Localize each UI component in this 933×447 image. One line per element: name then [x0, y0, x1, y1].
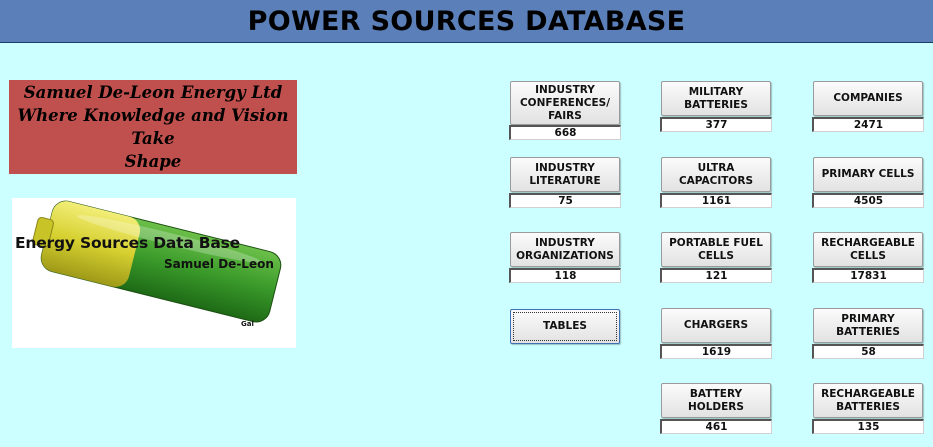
ultra-capacitors-count: 1161 [660, 193, 772, 208]
page-title: POWER SOURCES DATABASE [247, 5, 686, 37]
button-label: INDUSTRY ORGANIZATIONS [516, 236, 614, 262]
industry-conferences-count: 668 [509, 125, 621, 140]
tables-button[interactable]: TABLES [510, 309, 620, 344]
button-label: RECHARGEABLE CELLS [821, 236, 915, 262]
rechargeable-cells-button[interactable]: RECHARGEABLE CELLS [813, 232, 923, 267]
company-slogan-line2: Shape [124, 152, 182, 171]
industry-organizations-button[interactable]: INDUSTRY ORGANIZATIONS [510, 232, 620, 267]
company-banner: Samuel De-Leon Energy Ltd Where Knowledg… [9, 80, 297, 174]
button-label: INDUSTRY CONFERENCES/ FAIRS [519, 83, 611, 122]
primary-cells-button[interactable]: PRIMARY CELLS [813, 157, 923, 192]
company-slogan-line1: Where Knowledge and Vision Take [17, 106, 289, 148]
primary-cells-count: 4505 [812, 193, 924, 208]
logo-subtitle: Samuel De-Leon [164, 257, 274, 271]
button-label: TABLES [543, 320, 587, 332]
button-label: RECHARGEABLE BATTERIES [821, 387, 915, 413]
battery-holders-button[interactable]: BATTERY HOLDERS [661, 383, 771, 418]
primary-batteries-count: 58 [812, 344, 924, 359]
logo-mark: Gal [241, 320, 254, 328]
companies-count: 2471 [812, 117, 924, 132]
companies-button[interactable]: COMPANIES [813, 81, 923, 116]
title-bar: POWER SOURCES DATABASE [0, 0, 933, 43]
primary-batteries-button[interactable]: PRIMARY BATTERIES [813, 308, 923, 343]
button-label: PRIMARY BATTERIES [836, 312, 900, 338]
rechargeable-batteries-count: 135 [812, 419, 924, 434]
battery-holders-count: 461 [660, 419, 772, 434]
button-label: INDUSTRY LITERATURE [529, 161, 601, 187]
chargers-count: 1619 [660, 344, 772, 359]
industry-literature-button[interactable]: INDUSTRY LITERATURE [510, 157, 620, 192]
button-label: PORTABLE FUEL CELLS [669, 236, 763, 262]
battery-logo: Energy Sources Data Base Samuel De-Leon … [12, 198, 296, 348]
chargers-button[interactable]: CHARGERS [661, 308, 771, 343]
portable-fuel-cells-button[interactable]: PORTABLE FUEL CELLS [661, 232, 771, 267]
industry-organizations-count: 118 [509, 268, 621, 283]
ultra-capacitors-button[interactable]: ULTRA CAPACITORS [661, 157, 771, 192]
rechargeable-cells-count: 17831 [812, 268, 924, 283]
button-label: COMPANIES [833, 92, 903, 104]
military-batteries-count: 377 [660, 117, 772, 132]
button-label: BATTERY HOLDERS [688, 387, 744, 413]
military-batteries-button[interactable]: MILITARY BATTERIES [661, 81, 771, 116]
rechargeable-batteries-button[interactable]: RECHARGEABLE BATTERIES [813, 383, 923, 418]
industry-literature-count: 75 [509, 193, 621, 208]
button-label: MILITARY BATTERIES [684, 85, 748, 111]
portable-fuel-cells-count: 121 [660, 268, 772, 283]
industry-conferences-button[interactable]: INDUSTRY CONFERENCES/ FAIRS [510, 81, 620, 125]
button-label: PRIMARY CELLS [821, 168, 915, 180]
button-label: ULTRA CAPACITORS [678, 161, 754, 187]
company-name: Samuel De-Leon Energy Ltd [23, 83, 283, 102]
logo-title: Energy Sources Data Base [15, 234, 240, 252]
button-label: CHARGERS [683, 319, 749, 331]
